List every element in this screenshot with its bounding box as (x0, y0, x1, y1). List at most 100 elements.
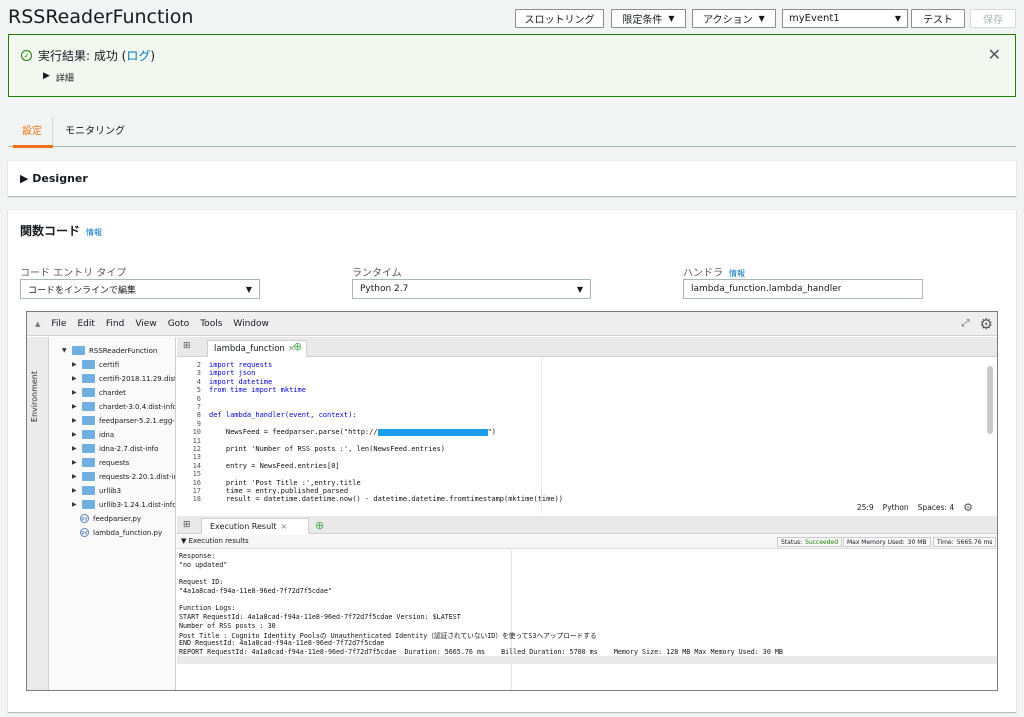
menu-find[interactable]: Find (106, 319, 124, 329)
fullscreen-icon[interactable]: ⤢ (962, 318, 970, 329)
result-tab-bar: ⊞ Execution Result × ⊕ (177, 516, 997, 534)
caret-down-icon: ▼ (668, 14, 675, 23)
tree-folder-label: idna (99, 430, 115, 439)
caret-right-icon: ▶ (43, 71, 50, 81)
test-button[interactable]: テスト (911, 9, 965, 28)
language-mode[interactable]: Python (883, 503, 909, 512)
folder-icon (82, 500, 95, 509)
caret-right-icon: ▶ (72, 459, 77, 466)
designer-label: Designer (32, 172, 88, 185)
panel-toggle-icon[interactable]: ⊞ (183, 520, 191, 530)
tree-folder[interactable]: ▶ chardet-3.0.4.dist-info (72, 402, 175, 411)
test-event-select[interactable]: myEvent1 ▼ (782, 9, 908, 28)
execution-result-tab[interactable]: Execution Result × (201, 518, 309, 534)
tree-folder[interactable]: ▶ feedparser-5.2.1.egg-info (72, 416, 175, 425)
save-button[interactable]: 保存 (970, 9, 1016, 28)
status-label: Status: (781, 538, 803, 546)
line-number: 9 (196, 419, 201, 428)
folder-icon (82, 360, 95, 369)
environment-label: Environment (30, 371, 39, 423)
entry-type-select[interactable]: コードをインラインで編集 ▼ (20, 279, 260, 299)
tree-folder[interactable]: ▶ urllib3-1.24.1.dist-info (72, 500, 176, 509)
handler-input[interactable]: lambda_function.lambda_handler (683, 279, 923, 299)
tree-folder[interactable]: ▶ idna-2.7.dist-info (72, 444, 158, 453)
tree-folder[interactable]: ▶ certifi (72, 360, 119, 369)
add-tab-icon[interactable]: ⊕ (315, 519, 324, 532)
menu-goto[interactable]: Goto (168, 319, 190, 329)
menu-file[interactable]: File (51, 319, 66, 329)
line-number: 4 (196, 377, 201, 386)
editor-scrollbar[interactable] (987, 366, 993, 434)
close-icon[interactable]: × (281, 522, 288, 531)
tree-folder-label: requests-2.20.1.dist-info (99, 472, 175, 481)
folder-icon (82, 444, 95, 453)
tree-folder[interactable]: ▶ requests-2.20.1.dist-info (72, 472, 175, 481)
tree-folder-label: certifi (99, 360, 120, 369)
code-text: entry = NewsFeed.entries[0] (209, 461, 340, 470)
details-toggle[interactable]: ▶ 詳細 (43, 71, 74, 84)
menu-view[interactable]: View (135, 319, 156, 329)
tree-folder-label: certifi-2018.11.29.dist-info (99, 374, 175, 383)
runtime-select[interactable]: Python 2.7 ▼ (352, 279, 591, 299)
tree-folder[interactable]: ▶ requests (72, 458, 129, 467)
designer-panel[interactable]: ▶ Designer (8, 160, 1016, 196)
handler-info-link[interactable]: 情報 (729, 269, 745, 278)
tree-folder-label: urllib3-1.24.1.dist-info (99, 500, 176, 509)
info-link[interactable]: 情報 (86, 228, 102, 237)
gear-icon[interactable]: ⚙ (980, 315, 993, 333)
folder-icon (82, 458, 95, 467)
execution-results-toggle[interactable]: ▼ Execution results (181, 537, 249, 545)
line-number: 8 (196, 411, 201, 420)
file-tree-toggle-icon[interactable]: ⊞ (183, 341, 191, 351)
throttle-button[interactable]: スロットリング (515, 9, 604, 28)
execution-result-banner: ✓ 実行結果: 成功 (ログ) ▶ 詳細 ✕ (8, 34, 1016, 97)
gear-icon[interactable]: ⚙ (963, 501, 973, 513)
tree-folder[interactable]: ▶ idna (72, 430, 114, 439)
tree-file[interactable]: py feedparser.py (80, 514, 141, 523)
folder-icon (82, 430, 95, 439)
page-title: RSSReaderFunction (8, 6, 194, 28)
tree-folder[interactable]: ▶ chardet (72, 388, 126, 397)
folder-icon (82, 374, 95, 383)
max-memory-label: Max Memory Used: (847, 538, 905, 546)
qualifiers-dropdown[interactable]: 限定条件 ▼ (611, 9, 686, 28)
editor-tab-bar: ⊞ lambda_function × ⊕ (177, 337, 997, 357)
editor-status-bar: 25:9 Python Spaces: 4 ⚙ (857, 501, 973, 513)
cursor-position[interactable]: 25:9 (857, 503, 874, 512)
status-value: Succeeded (805, 538, 839, 546)
code-line: import json (209, 369, 255, 377)
tree-file-label: feedparser.py (93, 514, 142, 523)
execution-output[interactable]: Response: "no updated" Request ID: "4a1a8ca… (177, 550, 997, 690)
menu-window[interactable]: Window (233, 319, 269, 329)
save-label: 保存 (983, 15, 1003, 26)
close-icon[interactable]: ✕ (988, 45, 1001, 64)
caret-down-icon: ▼ (62, 347, 67, 354)
test-event-value: myEvent1 (789, 13, 840, 24)
menu-edit[interactable]: Edit (77, 319, 94, 329)
result-heading: ✓ 実行結果: 成功 (ログ) (21, 47, 155, 64)
tree-folder[interactable]: ▶ certifi-2018.11.29.dist-info (72, 374, 175, 383)
line-number: 3 (196, 369, 201, 378)
line-number: 17 (192, 487, 201, 495)
details-label: 詳細 (55, 74, 74, 84)
tab-monitoring[interactable]: モニタリング (65, 122, 125, 137)
runtime-value: Python 2.7 (360, 284, 409, 294)
designer-header[interactable]: ▶ Designer (20, 172, 88, 185)
log-link[interactable]: ログ (126, 49, 150, 63)
menu-tools[interactable]: Tools (200, 319, 222, 329)
tree-file[interactable]: py lambda_function.py (80, 528, 162, 537)
line-number: 6 (196, 394, 201, 403)
environment-tab[interactable]: Environment (27, 337, 49, 690)
actions-dropdown[interactable]: アクション ▼ (692, 9, 776, 28)
collapse-icon[interactable]: ▲ (35, 320, 40, 328)
code-editor[interactable]: 2 import requests 3 import json 4 import date… (177, 358, 997, 513)
code-text: print 'Number of RSS posts :', len(NewsF… (209, 445, 446, 453)
tab-configuration[interactable]: 設定 (22, 122, 42, 137)
indent-setting[interactable]: Spaces: 4 (918, 503, 954, 512)
tree-folder[interactable]: ▶ urllib3 (72, 486, 121, 495)
code-line: def lambda_handler(event, context): (209, 411, 357, 419)
editor-tab[interactable]: lambda_function × (207, 340, 307, 357)
tree-root[interactable]: ▼ RSSReaderFunction (62, 346, 157, 355)
ide-menu-bar: ▲ File Edit Find View Goto Tools Window … (27, 312, 997, 336)
add-tab-icon[interactable]: ⊕ (293, 340, 302, 353)
